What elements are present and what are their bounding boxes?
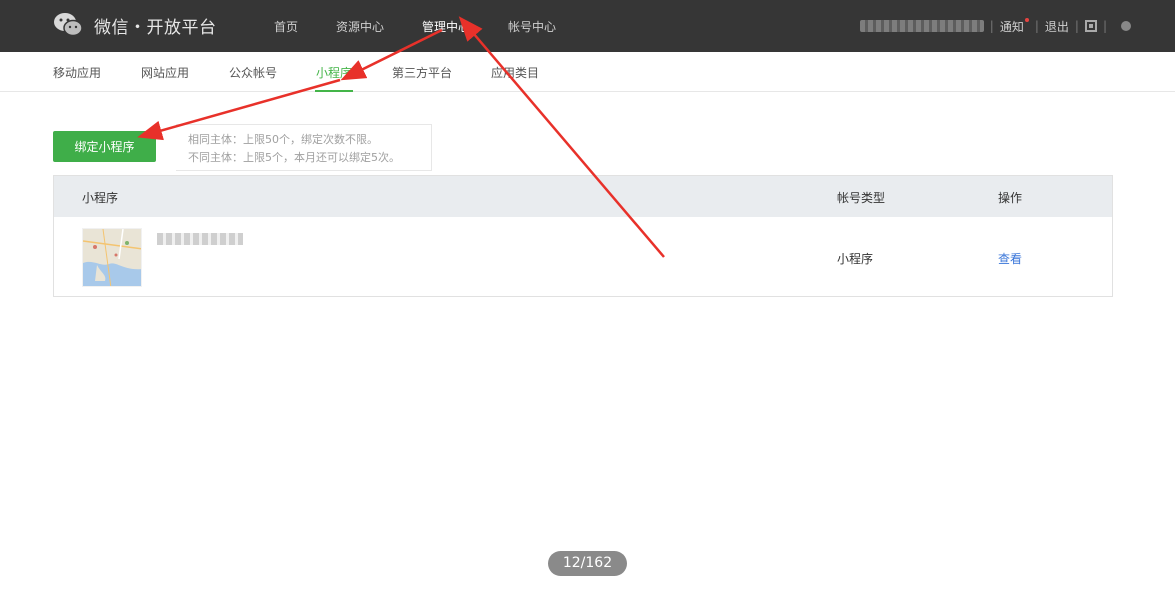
notice-dot <box>1024 17 1029 22</box>
tip-line-different-entity: 不同主体：上限5个，本月还可以绑定5次。 <box>188 151 400 164</box>
notice-link[interactable]: 通知 <box>999 17 1029 35</box>
top-bar: 微信・开放平台 首页 资源中心 管理中心 帐号中心 | 通知 | 退出 | | <box>0 0 1175 52</box>
user-area: | 通知 | 退出 | | <box>859 0 1131 52</box>
divider: | <box>1074 19 1079 33</box>
account-type-cell: 小程序 <box>837 252 874 266</box>
nav-resources[interactable]: 资源中心 <box>336 18 384 35</box>
header-type: 帐号类型 <box>837 191 886 205</box>
nav-home[interactable]: 首页 <box>274 18 298 35</box>
tab-third-party[interactable]: 第三方平台 <box>392 64 452 81</box>
tip-line-same-entity: 相同主体：上限50个，绑定次数不限。 <box>188 133 378 146</box>
nav-account[interactable]: 帐号中心 <box>508 18 556 35</box>
divider: | <box>1034 19 1039 33</box>
mini-program-thumbnail <box>82 228 142 287</box>
qrcode-icon[interactable] <box>1084 20 1097 32</box>
tab-app-categories[interactable]: 应用类目 <box>491 64 539 81</box>
tab-web-apps[interactable]: 网站应用 <box>141 64 189 81</box>
account-email-redacted[interactable] <box>859 20 984 32</box>
sub-nav: 移动应用 网站应用 公众帐号 小程序 第三方平台 应用类目 <box>0 52 1175 92</box>
top-nav: 首页 资源中心 管理中心 帐号中心 <box>274 0 594 52</box>
header-name: 小程序 <box>82 191 119 205</box>
mini-program-table: 小程序 帐号类型 操作 小程序 查看 <box>53 175 1113 297</box>
wechat-logo[interactable]: 微信・开放平台 <box>52 9 217 41</box>
logout-link[interactable]: 退出 <box>1045 18 1069 35</box>
bind-mini-program-button[interactable]: 绑定小程序 <box>53 131 156 162</box>
tab-mobile-apps[interactable]: 移动应用 <box>53 64 101 81</box>
brand-title: 微信・开放平台 <box>94 17 217 38</box>
bind-limits-tip: 相同主体：上限50个，绑定次数不限。 不同主体：上限5个，本月还可以绑定5次。 <box>176 124 432 171</box>
tab-official-accounts[interactable]: 公众帐号 <box>229 64 277 81</box>
table-header: 小程序 帐号类型 操作 <box>54 176 1112 217</box>
header-action: 操作 <box>998 191 1023 205</box>
more-icon[interactable] <box>1121 21 1131 31</box>
table-row: 小程序 查看 <box>54 217 1112 297</box>
wechat-icon <box>54 13 83 37</box>
notice-label: 通知 <box>999 19 1024 34</box>
view-link[interactable]: 查看 <box>998 250 1022 267</box>
tab-mini-programs[interactable]: 小程序 <box>316 64 352 81</box>
page-indicator: 12/162 <box>548 551 627 576</box>
mini-program-name-redacted <box>157 233 243 245</box>
active-tab-underline <box>315 90 353 92</box>
nav-management[interactable]: 管理中心 <box>422 18 470 35</box>
divider: | <box>1102 19 1107 33</box>
map-thumbnail-image <box>83 229 141 286</box>
divider: | <box>989 19 994 33</box>
